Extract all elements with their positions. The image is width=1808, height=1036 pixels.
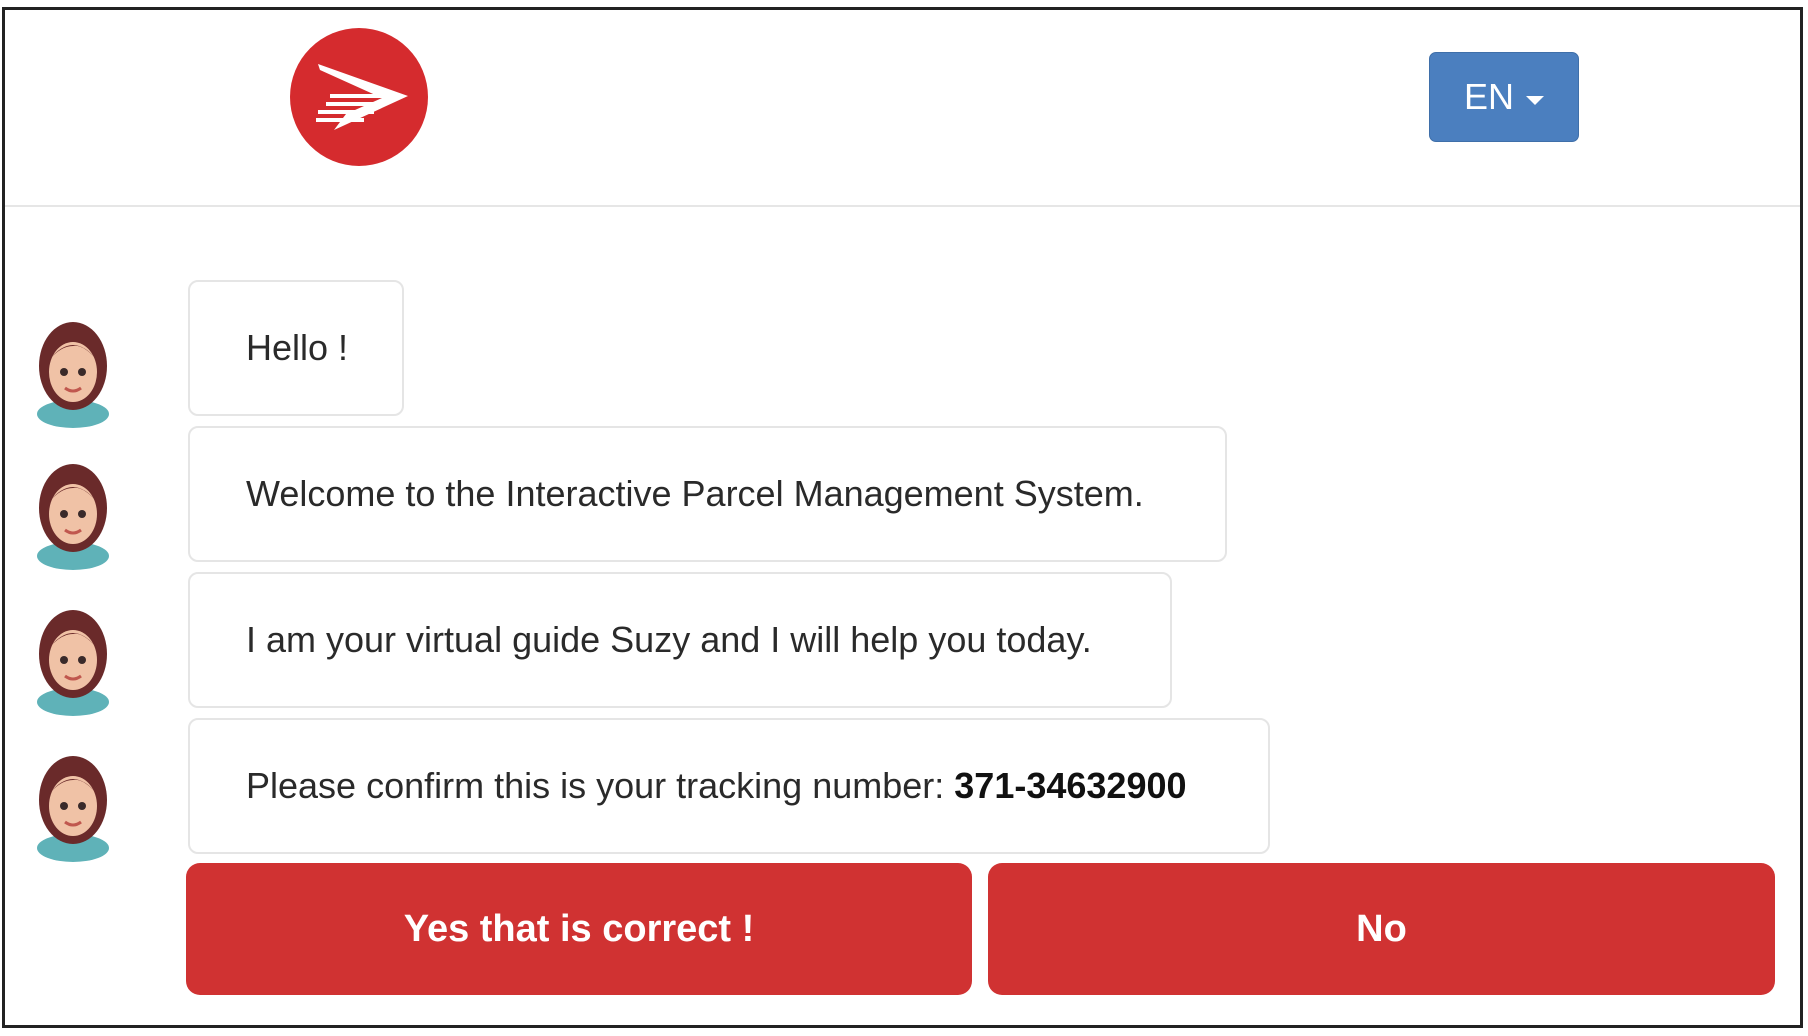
yes-button-label: Yes that is correct ! xyxy=(403,907,755,950)
language-label: EN xyxy=(1463,76,1514,117)
language-selector-button[interactable]: EN xyxy=(1429,52,1579,142)
yes-confirm-button[interactable]: Yes that is correct ! xyxy=(186,863,972,995)
header: EN xyxy=(5,10,1800,207)
assistant-avatar-icon xyxy=(33,462,113,572)
tracking-number: 371-34632900 xyxy=(954,765,1187,806)
message-text: I am your virtual guide Suzy and I will … xyxy=(246,619,1092,660)
no-button[interactable]: No xyxy=(988,863,1775,995)
assistant-avatar-icon xyxy=(33,754,113,864)
assistant-avatar-icon xyxy=(33,608,113,718)
message-bubble: Welcome to the Interactive Parcel Manage… xyxy=(188,426,1227,562)
message-text: Hello ! xyxy=(246,327,349,368)
message-bubble: Hello ! xyxy=(188,280,404,416)
message-bubble: I am your virtual guide Suzy and I will … xyxy=(188,572,1172,708)
canada-post-logo-icon xyxy=(290,28,428,166)
chat-window: EN Hello ! Welcome to the Interactive Pa… xyxy=(2,7,1803,1028)
message-text: Please confirm this is your tracking num… xyxy=(246,765,955,806)
caret-down-icon xyxy=(1526,95,1544,105)
message-bubble: Please confirm this is your tracking num… xyxy=(188,718,1270,854)
no-button-label: No xyxy=(1356,907,1407,950)
message-text: Welcome to the Interactive Parcel Manage… xyxy=(246,473,1144,514)
assistant-avatar-icon xyxy=(33,320,113,430)
